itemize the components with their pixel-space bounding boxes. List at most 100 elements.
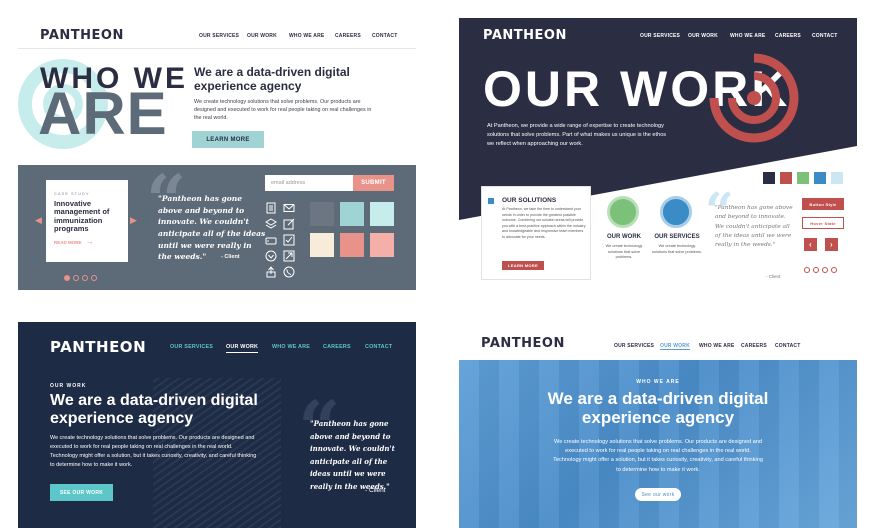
testimonial-quote: "Pantheon has gone above and beyond to i… — [715, 205, 793, 249]
icon-grid — [265, 202, 301, 282]
read-more-link[interactable]: READ MORE — [54, 240, 82, 245]
header-divider — [18, 48, 416, 49]
circle-badge-icon — [660, 196, 692, 228]
nav-who-we-are[interactable]: WHO WE ARE — [289, 33, 324, 39]
nav-who-we-are[interactable]: WHO WE ARE — [699, 343, 734, 349]
swatch-light-blue — [831, 172, 843, 184]
mail-icon — [283, 204, 295, 212]
hero-intro: At Pantheon, we provide a wide range of … — [487, 123, 667, 147]
feature-our-work-body: We create technology solutions that solv… — [605, 244, 643, 260]
layers-icon — [265, 218, 277, 229]
see-our-work-button[interactable]: See our work — [635, 488, 681, 501]
hero-headline: We are a data-driven digital experience … — [194, 65, 350, 93]
panel-who-we-are-blue: PANTHEON OUR SERVICES OUR WORK WHO WE AR… — [459, 322, 857, 528]
feature-our-services-title: OUR SERVICES — [654, 234, 700, 240]
swatch-red — [780, 172, 792, 184]
solutions-body: At Pantheon, we take the time to underst… — [502, 207, 586, 239]
carousel-dots[interactable] — [64, 268, 100, 286]
testimonial-quote: "Pantheon has gone above and beyond to i… — [158, 194, 266, 262]
nav-our-services[interactable]: OUR SERVICES — [614, 343, 654, 349]
swatch-navy — [763, 172, 775, 184]
hero-headline: We are a data-driven digital experience … — [50, 392, 258, 427]
swatch-blue — [814, 172, 826, 184]
testimonial-author: - Client — [221, 254, 240, 260]
swatch-pink — [370, 233, 394, 257]
nav-our-services[interactable]: OUR SERVICES — [170, 344, 213, 350]
feature-our-services[interactable]: OUR SERVICES We create technology soluti… — [651, 196, 703, 266]
swatch-cream — [310, 233, 334, 257]
brand-logo[interactable]: PANTHEON — [50, 338, 146, 356]
download-icon — [265, 250, 277, 262]
nav-our-services[interactable]: OUR SERVICES — [640, 33, 680, 39]
hero-body: We create technology solutions that solv… — [553, 439, 763, 473]
swatch-mint — [370, 202, 394, 226]
nav-who-we-are[interactable]: WHO WE ARE — [272, 344, 310, 350]
document-icon — [266, 202, 276, 214]
nav-contact[interactable]: CONTACT — [812, 33, 837, 39]
nav-our-work[interactable]: OUR WORK — [247, 33, 277, 39]
panel-our-work-dark: PANTHEON OUR SERVICES OUR WORK WHO WE AR… — [18, 322, 416, 528]
swatch-green — [797, 172, 809, 184]
button-style-sample[interactable]: Button Style — [802, 198, 844, 210]
brand-logo[interactable]: PANTHEON — [481, 336, 565, 351]
hero-headline: We are a data-driven digital experience … — [547, 389, 769, 427]
hero-eyebrow: OUR WORK — [50, 383, 87, 389]
hover-state-sample[interactable]: Hover State — [802, 217, 844, 229]
brand-logo[interactable]: PANTHEON — [483, 28, 567, 43]
phone-icon — [283, 266, 295, 278]
nav-our-services[interactable]: OUR SERVICES — [199, 33, 239, 39]
learn-more-button[interactable]: LEARN MORE — [192, 131, 264, 148]
nav-contact[interactable]: CONTACT — [372, 33, 397, 39]
case-study-card[interactable]: CASE STUDY Innovative management of immu… — [46, 180, 128, 262]
hero-body: We create technology solutions that solv… — [50, 435, 257, 469]
brand-logo[interactable]: PANTHEON — [40, 28, 124, 43]
nav-contact[interactable]: CONTACT — [365, 344, 392, 350]
testimonial-quote: "Pantheon has gone above and beyond to i… — [310, 419, 395, 491]
solutions-card: OUR SOLUTIONS At Pantheon, we take the t… — [481, 186, 591, 280]
hero-big-text-2: ARE — [38, 80, 168, 147]
edit-icon — [283, 218, 295, 230]
hard-drive-icon — [265, 237, 277, 245]
carousel-prev-arrow[interactable]: ◀ — [35, 215, 42, 226]
solutions-learn-more-button[interactable]: LEARN MORE — [502, 261, 544, 270]
next-arrow-button[interactable]: › — [825, 238, 838, 251]
carousel-next-arrow[interactable]: ▶ — [130, 215, 137, 226]
see-our-work-button[interactable]: SEE OUR WORK — [50, 484, 113, 501]
upload-icon — [266, 266, 276, 278]
case-study-title: Innovative management of immunization pr… — [54, 199, 110, 233]
email-input[interactable]: email address — [265, 175, 353, 191]
panel-who-we-are: PANTHEON OUR SERVICES OUR WORK WHO WE AR… — [18, 18, 416, 290]
feature-our-services-body: We create technology solutions that solv… — [651, 244, 703, 254]
circle-badge-icon — [607, 196, 639, 228]
carousel-dots[interactable] — [804, 260, 840, 278]
hero-body: We create technology solutions that solv… — [194, 99, 372, 122]
panel-our-work: PANTHEON OUR SERVICES OUR WORK WHO WE AR… — [459, 18, 857, 290]
nav-contact[interactable]: CONTACT — [775, 343, 800, 349]
nav-our-work[interactable]: OUR WORK — [226, 344, 259, 353]
nav-careers[interactable]: CAREERS — [741, 343, 767, 349]
arrow-right-icon: → — [86, 237, 94, 246]
color-swatches — [310, 202, 400, 282]
nav-careers[interactable]: CAREERS — [775, 33, 801, 39]
submit-button[interactable]: SUBMIT — [353, 175, 394, 191]
testimonial-author: - Client — [365, 487, 386, 494]
swatch-slate — [310, 202, 334, 226]
testimonial-author: - Client — [766, 274, 781, 279]
check-square-icon — [283, 234, 295, 246]
nav-careers[interactable]: CAREERS — [323, 344, 351, 350]
send-icon — [283, 250, 295, 262]
target-logo-graphic — [709, 53, 799, 143]
feature-our-work[interactable]: OUR WORK We create technology solutions … — [599, 196, 649, 266]
square-bullet-icon — [488, 198, 494, 204]
feature-our-work-title: OUR WORK — [607, 234, 641, 240]
prev-arrow-button[interactable]: ‹ — [804, 238, 817, 251]
solutions-title: OUR SOLUTIONS — [502, 197, 557, 204]
hero-eyebrow: WHO WE ARE — [636, 379, 680, 385]
nav-our-work[interactable]: OUR WORK — [660, 343, 690, 350]
nav-our-work[interactable]: OUR WORK — [688, 33, 718, 39]
case-study-label: CASE STUDY — [54, 191, 90, 196]
nav-careers[interactable]: CAREERS — [335, 33, 361, 39]
swatch-salmon — [340, 233, 364, 257]
swatch-teal — [340, 202, 364, 226]
nav-who-we-are[interactable]: WHO WE ARE — [730, 33, 765, 39]
